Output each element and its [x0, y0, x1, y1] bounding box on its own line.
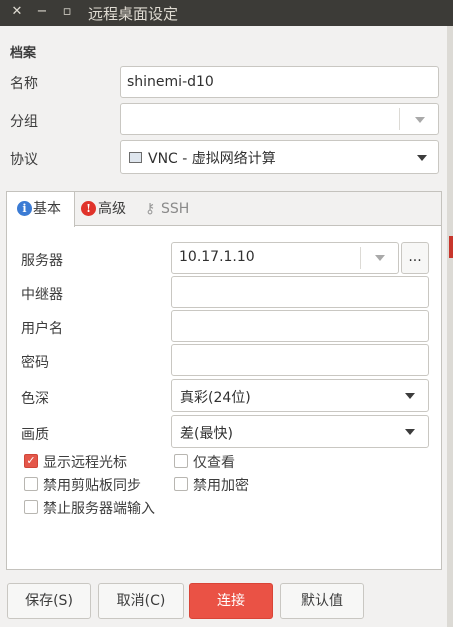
disable-encryption-checkbox[interactable] [174, 477, 188, 491]
chevron-down-icon[interactable] [417, 155, 427, 161]
view-only-label[interactable]: 仅查看 [193, 452, 235, 472]
chevron-down-icon[interactable] [405, 429, 415, 435]
username-input[interactable] [171, 310, 429, 342]
monitor-icon [129, 152, 142, 163]
tab-advanced-label: 高级 [98, 201, 126, 217]
disable-input-checkbox[interactable] [24, 500, 38, 514]
key-icon: ⚷ [145, 201, 156, 217]
tab-advanced[interactable]: ! 高级 [81, 192, 141, 226]
protocol-value: VNC - 虚拟网络计算 [148, 151, 276, 167]
chevron-down-icon[interactable] [405, 393, 415, 399]
disable-encryption-label[interactable]: 禁用加密 [193, 475, 249, 495]
chevron-down-icon[interactable] [375, 255, 385, 261]
group-label: 分组 [10, 114, 38, 130]
window-title: 远程桌面设定 [88, 5, 179, 23]
tab-basic[interactable]: i 基本 [7, 192, 75, 227]
close-icon[interactable]: ✕ [7, 2, 27, 22]
tab-ssh[interactable]: ⚷ SSH [145, 192, 205, 226]
disable-clipboard-label[interactable]: 禁用剪贴板同步 [43, 475, 141, 495]
combo-separator [360, 247, 361, 269]
warning-icon: ! [81, 201, 96, 216]
protocol-label: 协议 [10, 152, 38, 168]
show-cursor-checkbox[interactable]: ✓ [24, 454, 38, 468]
view-only-checkbox[interactable] [174, 454, 188, 468]
connect-button[interactable]: 连接 [189, 583, 273, 619]
quality-select[interactable]: 差(最快) [171, 415, 429, 448]
tab-basic-label: 基本 [33, 201, 61, 217]
server-browse-button[interactable]: ... [401, 242, 429, 274]
password-label: 密码 [21, 355, 49, 371]
cancel-button[interactable]: 取消(C) [98, 583, 184, 619]
server-label: 服务器 [21, 253, 63, 269]
default-button[interactable]: 默认值 [280, 583, 364, 619]
background-window-edge [449, 236, 453, 258]
save-button[interactable]: 保存(S) [7, 583, 91, 619]
window-side-edge [447, 26, 453, 627]
server-value: 10.17.1.10 [179, 249, 255, 265]
quality-value: 差(最快) [180, 426, 233, 442]
profile-section-title: 档案 [10, 46, 37, 61]
group-combobox[interactable] [120, 103, 439, 135]
minimize-icon[interactable]: − [32, 2, 52, 22]
combo-separator [399, 108, 400, 130]
colordepth-label: 色深 [21, 391, 49, 407]
colordepth-value: 真彩(24位) [180, 390, 251, 406]
tab-ssh-label: SSH [161, 201, 190, 217]
tab-bar: i 基本 ! 高级 ⚷ SSH [7, 192, 441, 227]
server-combobox[interactable]: 10.17.1.10 [171, 242, 399, 274]
maximize-icon[interactable]: ▫ [57, 2, 77, 22]
password-input[interactable] [171, 344, 429, 376]
repeater-label: 中继器 [21, 287, 63, 303]
colordepth-select[interactable]: 真彩(24位) [171, 379, 429, 412]
info-icon: i [17, 201, 32, 216]
chevron-down-icon[interactable] [415, 117, 425, 123]
show-cursor-label[interactable]: 显示远程光标 [43, 452, 127, 472]
remote-desktop-preferences-window: ✕ − ▫ 远程桌面设定 档案 名称 shinemi-d10 分组 协议 VNC… [0, 0, 453, 627]
username-label: 用户名 [21, 321, 63, 337]
disable-clipboard-checkbox[interactable] [24, 477, 38, 491]
protocol-select[interactable]: VNC - 虚拟网络计算 [120, 140, 439, 174]
name-label: 名称 [10, 76, 38, 92]
quality-label: 画质 [21, 427, 49, 443]
title-bar: ✕ − ▫ 远程桌面设定 [0, 0, 453, 26]
name-input[interactable]: shinemi-d10 [120, 66, 439, 98]
repeater-input[interactable] [171, 276, 429, 308]
disable-input-label[interactable]: 禁止服务器端输入 [43, 498, 155, 518]
